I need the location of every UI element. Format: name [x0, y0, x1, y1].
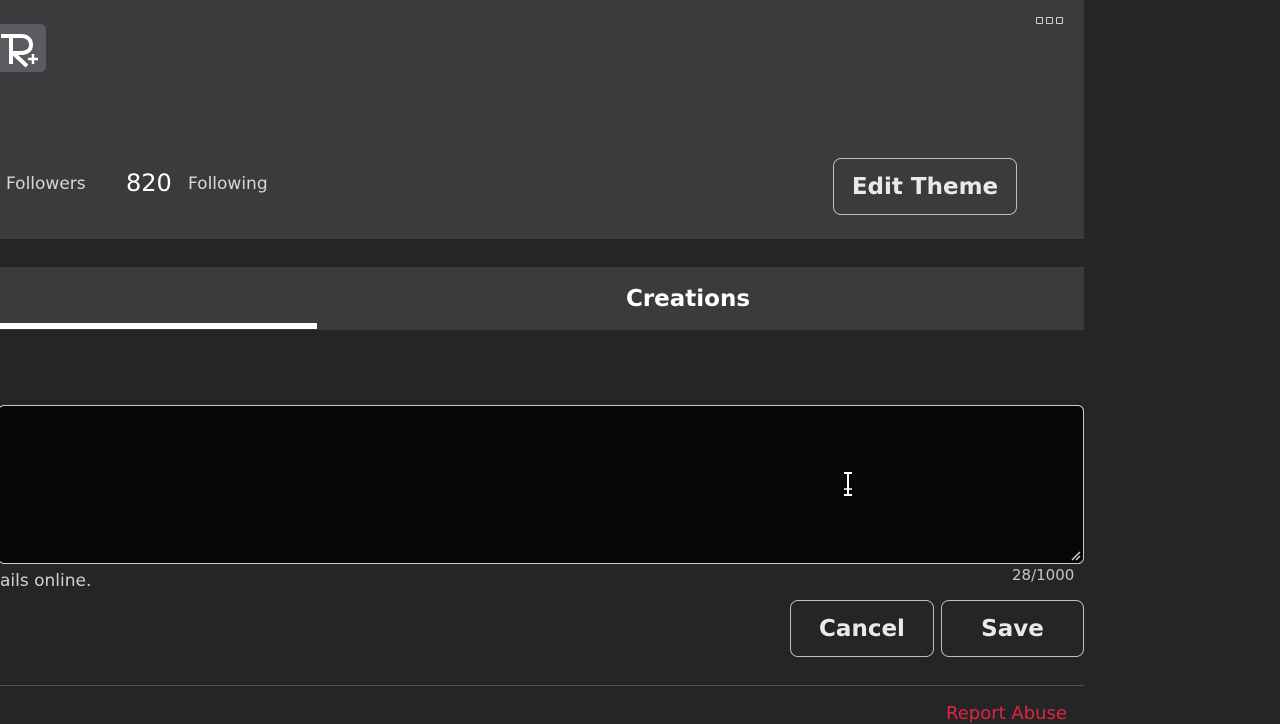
tab-creations[interactable]: Creations [542, 267, 834, 330]
more-options-icon[interactable] [1036, 17, 1066, 27]
cancel-button[interactable]: Cancel [790, 600, 934, 657]
followers-label[interactable]: Followers [6, 174, 86, 194]
character-counter: 28/1000 [1012, 566, 1075, 584]
footer-divider [0, 685, 1084, 686]
page-margin [1084, 0, 1280, 720]
text-cursor-icon [844, 472, 852, 496]
edit-theme-button[interactable]: Edit Theme [833, 158, 1017, 215]
save-button[interactable]: Save [941, 600, 1084, 657]
report-abuse-link[interactable]: Report Abuse [946, 703, 1067, 724]
about-textarea[interactable] [0, 405, 1084, 564]
about-hint-text: ails online. [0, 571, 92, 591]
roblox-plus-extension-icon[interactable] [0, 24, 46, 72]
resize-handle-icon[interactable] [1069, 549, 1081, 561]
following-count[interactable]: 820 [126, 169, 172, 197]
profile-tabs: Creations [0, 267, 1084, 330]
profile-header-card: Followers 820 Following Edit Theme [0, 0, 1084, 239]
following-label[interactable]: Following [188, 174, 268, 194]
tab-about-active-indicator [0, 323, 317, 329]
